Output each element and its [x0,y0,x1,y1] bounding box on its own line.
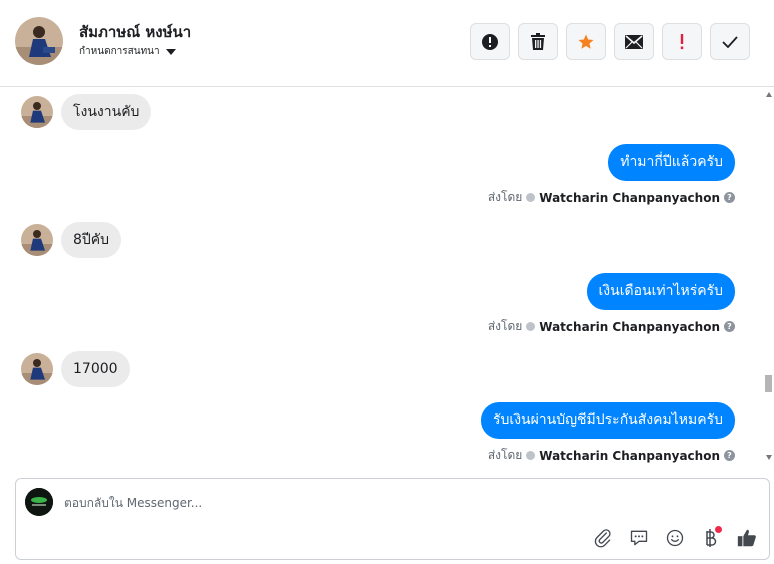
message-thread[interactable]: โงนงานคับ ทำมากี่ปีแล้วครับ ส่งโดย Watch… [0,88,764,464]
chat-bubble-icon [630,530,648,546]
attach-button[interactable] [591,526,615,550]
message-bubble: 8ปีคับ [61,222,122,258]
notification-dot [715,526,722,533]
conversation-options-dropdown[interactable]: กำหนดการสนทนา [79,44,176,59]
trash-icon [531,32,545,50]
incoming-message: โงนงานคับ [21,94,152,130]
conversation-subtitle: กำหนดการสนทนา [79,46,160,57]
sent-by-label: ส่งโดย [487,448,523,462]
header-actions [470,23,750,60]
caret-down-icon [165,48,176,55]
sent-by-label: ส่งโดย [487,190,523,204]
mark-unread-button[interactable] [614,23,654,60]
message-bubble: โงนงานคับ [61,94,152,130]
mark-done-button[interactable] [710,23,750,60]
scroll-thumb[interactable] [765,375,772,392]
paperclip-icon [594,529,611,548]
contact-avatar[interactable] [21,96,53,128]
sent-by-label: ส่งโดย [487,319,523,333]
saved-replies-button[interactable] [627,526,651,550]
sender-name[interactable]: Watcharin Chanpanyachon [539,191,720,205]
mark-urgent-button[interactable] [662,23,702,60]
incoming-message: 17000 [21,351,130,387]
sent-check-icon [526,193,536,202]
scroll-down-arrow-icon[interactable] [766,455,772,460]
sender-name[interactable]: Watcharin Chanpanyachon [539,449,720,463]
help-icon[interactable]: ? [724,321,735,332]
reply-input[interactable] [64,493,564,513]
contact-avatar[interactable] [21,224,53,256]
payment-button[interactable] [699,526,723,550]
composer-toolbar [591,526,759,550]
contact-avatar[interactable] [21,353,53,385]
envelope-icon [625,34,643,49]
smiley-icon [666,529,684,547]
sent-by-line: ส่งโดย Watcharin Chanpanyachon ? [488,188,735,207]
mark-spam-button[interactable] [470,23,510,60]
delete-button[interactable] [518,23,558,60]
thread-scrollbar[interactable] [764,88,774,464]
sent-check-icon [526,451,536,460]
alert-circle-icon [482,33,498,50]
sent-check-icon [526,322,536,331]
conversation-header: สัมภาษณ์ หงษ์นา กำหนดการสนทนา [0,0,774,87]
star-icon [578,34,594,49]
exclamation-icon [680,33,684,49]
outgoing-message-bubble: ทำมากี่ปีแล้วครับ [608,144,735,181]
like-button[interactable] [735,526,759,550]
sender-name[interactable]: Watcharin Chanpanyachon [539,320,720,334]
star-button[interactable] [566,23,606,60]
message-bubble: 17000 [61,351,130,387]
contact-name: สัมภาษณ์ หงษ์นา [79,23,192,41]
sent-by-line: ส่งโดย Watcharin Chanpanyachon ? [488,317,735,336]
scroll-up-arrow-icon[interactable] [766,92,772,97]
outgoing-message-bubble: รับเงินผ่านบัญชีมีประกันสังคมไหมครับ [481,402,735,439]
sent-by-line: ส่งโดย Watcharin Chanpanyachon ? [488,446,735,464]
thumbs-up-icon [737,529,756,547]
page-avatar [25,488,53,516]
help-icon[interactable]: ? [724,450,735,461]
outgoing-message-bubble: เงินเดือนเท่าไหร่ครับ [586,273,735,310]
contact-avatar[interactable] [15,17,63,65]
emoji-button[interactable] [663,526,687,550]
check-icon [722,35,738,48]
help-icon[interactable]: ? [724,192,735,203]
incoming-message: 8ปีคับ [21,222,122,258]
reply-composer [15,478,770,560]
